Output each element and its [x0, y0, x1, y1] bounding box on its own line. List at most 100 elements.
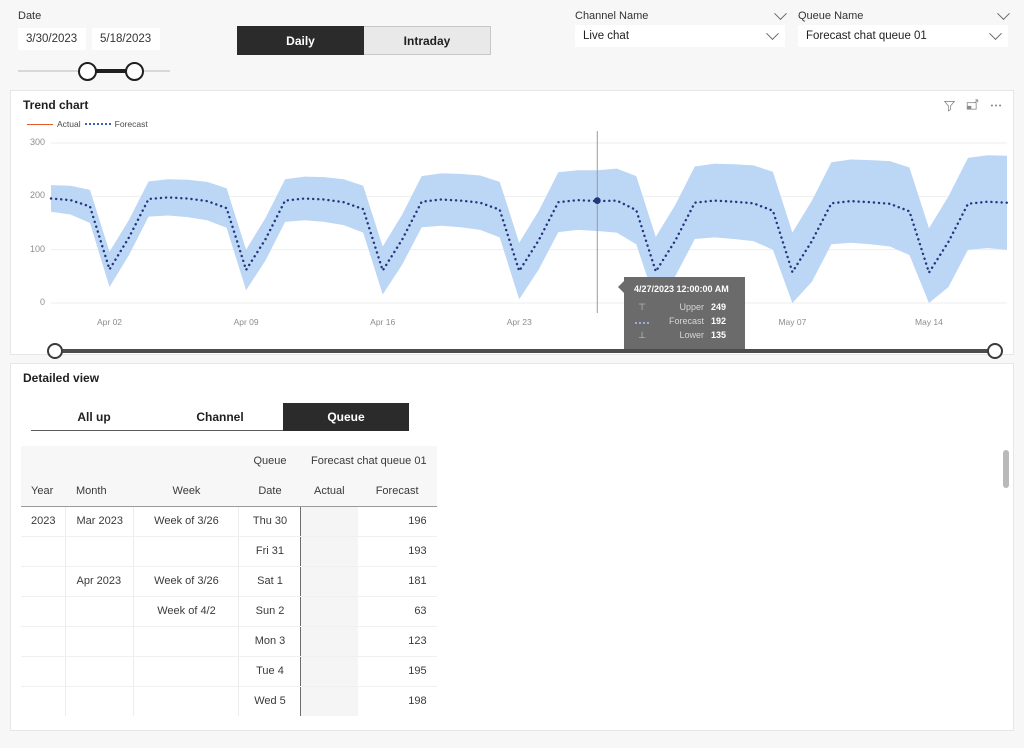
- date-start-input[interactable]: [18, 28, 86, 50]
- granularity-toggle: Daily Intraday: [237, 26, 491, 55]
- trend-chart-plot[interactable]: 0100200300 Apr 02Apr 09Apr 16Apr 23Apr 3…: [11, 131, 1015, 331]
- cell-date: Sat 1: [239, 566, 301, 596]
- cell-date: Wed 5: [239, 686, 301, 716]
- more-options-icon[interactable]: [989, 99, 1003, 112]
- group-spacer-week: [134, 446, 239, 476]
- tab-queue[interactable]: Queue: [283, 403, 409, 431]
- tooltip-row-upper: ⊤ Upper 249: [634, 300, 735, 314]
- detailed-view-tabs: All up Channel Queue: [31, 403, 409, 431]
- focus-mode-icon[interactable]: [966, 99, 979, 112]
- cell-month: [66, 686, 134, 716]
- x-axis-tick-label: Apr 16: [370, 317, 395, 327]
- y-axis-tick-label: 0: [19, 297, 45, 307]
- column-header-year[interactable]: Year: [21, 476, 66, 506]
- cell-actual: [301, 506, 358, 536]
- matrix-table: Queue Forecast chat queue 01 Year Month …: [21, 446, 437, 716]
- range-handle-end[interactable]: [125, 62, 144, 81]
- chart-svg: [11, 131, 1015, 331]
- queue-name-label: Queue Name: [798, 10, 863, 22]
- table-row[interactable]: Mon 3123: [21, 626, 437, 656]
- cell-month: [66, 626, 134, 656]
- cell-week: [134, 686, 239, 716]
- chevron-down-icon[interactable]: [774, 7, 787, 20]
- column-header-month[interactable]: Month: [66, 476, 134, 506]
- column-header-actual[interactable]: Actual: [301, 476, 358, 506]
- cell-actual: [301, 626, 358, 656]
- column-header-date[interactable]: Date: [239, 476, 301, 506]
- trend-chart-actions: [943, 99, 1003, 112]
- table-row[interactable]: Wed 5 198: [21, 686, 437, 716]
- forecast-confidence-band: [51, 155, 1007, 303]
- table-row[interactable]: Apr 2023Week of 3/26Sat 1181: [21, 566, 437, 596]
- cell-forecast: 193: [358, 536, 437, 566]
- date-range-slider[interactable]: [18, 60, 170, 82]
- cell-actual: [301, 566, 358, 596]
- column-header-forecast[interactable]: Forecast: [358, 476, 437, 506]
- x-axis-tick-label: Apr 02: [97, 317, 122, 327]
- tab-daily[interactable]: Daily: [237, 26, 364, 55]
- table-scrollbar[interactable]: [1003, 450, 1009, 720]
- date-end-input[interactable]: [92, 28, 160, 50]
- channel-name-value: Live chat: [583, 30, 629, 42]
- tab-channel[interactable]: Channel: [157, 403, 283, 431]
- cell-forecast: 198: [358, 686, 437, 716]
- cell-year: [21, 686, 66, 716]
- cell-week: Week of 4/2: [134, 596, 239, 626]
- legend-actual-swatch: [27, 124, 53, 125]
- table-row[interactable]: Fri 31193: [21, 536, 437, 566]
- cell-week: [134, 656, 239, 686]
- cell-forecast: 195: [358, 656, 437, 686]
- x-axis-tick-label: May 14: [915, 317, 943, 327]
- cell-forecast: 123: [358, 626, 437, 656]
- detailed-view-card: Detailed view All up Channel Queue Queue…: [10, 363, 1014, 731]
- column-header-week[interactable]: Week: [134, 476, 239, 506]
- legend-actual-label: Actual: [57, 119, 81, 129]
- y-axis-tick-label: 100: [19, 244, 45, 254]
- cell-month: [66, 536, 134, 566]
- queue-name-select[interactable]: Forecast chat queue 01: [798, 25, 1008, 47]
- chart-tooltip: 4/27/2023 12:00:00 AM ⊤ Upper 249 Foreca…: [624, 277, 745, 351]
- x-axis-tick-label: May 07: [778, 317, 806, 327]
- matrix-table-wrapper[interactable]: Queue Forecast chat queue 01 Year Month …: [21, 446, 1005, 724]
- chevron-down-icon[interactable]: [997, 7, 1010, 20]
- legend-forecast-label: Forecast: [115, 119, 148, 129]
- x-axis-tick-label: Apr 09: [234, 317, 259, 327]
- cell-actual: [301, 536, 358, 566]
- cell-month: [66, 656, 134, 686]
- queue-name-filter: Queue Name Forecast chat queue 01: [798, 10, 1008, 47]
- range-handle-start[interactable]: [78, 62, 97, 81]
- y-axis-tick-label: 200: [19, 190, 45, 200]
- filter-icon[interactable]: [943, 99, 956, 112]
- cell-week: [134, 536, 239, 566]
- trend-chart-card: Trend chart Actual Forecast 0100200300 A…: [10, 90, 1014, 355]
- chevron-down-icon[interactable]: [766, 27, 779, 40]
- table-scrollbar-thumb[interactable]: [1003, 450, 1009, 488]
- chart-range-slider[interactable]: [47, 344, 1003, 358]
- cell-year: [21, 566, 66, 596]
- queue-name-header[interactable]: Queue Name: [798, 10, 1008, 25]
- channel-name-select[interactable]: Live chat: [575, 25, 785, 47]
- tooltip-value-upper: 249: [711, 302, 735, 312]
- cell-forecast: 181: [358, 566, 437, 596]
- cell-year: [21, 626, 66, 656]
- tooltip-label-lower: Lower: [650, 330, 711, 340]
- table-row[interactable]: 2023Mar 2023Week of 3/26Thu 30196: [21, 506, 437, 536]
- group-header-queue: Queue: [239, 446, 301, 476]
- chevron-down-icon[interactable]: [989, 27, 1002, 40]
- tab-intraday[interactable]: Intraday: [364, 26, 491, 55]
- legend-forecast-swatch: [85, 123, 111, 125]
- detailed-view-title: Detailed view: [23, 371, 99, 385]
- tab-all-up[interactable]: All up: [31, 403, 157, 431]
- channel-name-header[interactable]: Channel Name: [575, 10, 785, 25]
- chart-slider-handle-left[interactable]: [47, 343, 63, 359]
- date-filter: Date: [18, 10, 208, 82]
- upper-bound-icon: ⊤: [634, 302, 650, 313]
- tooltip-title: 4/27/2023 12:00:00 AM: [634, 284, 735, 294]
- chart-slider-handle-right[interactable]: [987, 343, 1003, 359]
- queue-name-value: Forecast chat queue 01: [806, 30, 927, 42]
- table-row[interactable]: Tue 4195: [21, 656, 437, 686]
- channel-name-label: Channel Name: [575, 10, 648, 22]
- table-row[interactable]: Week of 4/2Sun 263: [21, 596, 437, 626]
- chart-slider-track: [53, 349, 997, 353]
- cell-month: Mar 2023: [66, 506, 134, 536]
